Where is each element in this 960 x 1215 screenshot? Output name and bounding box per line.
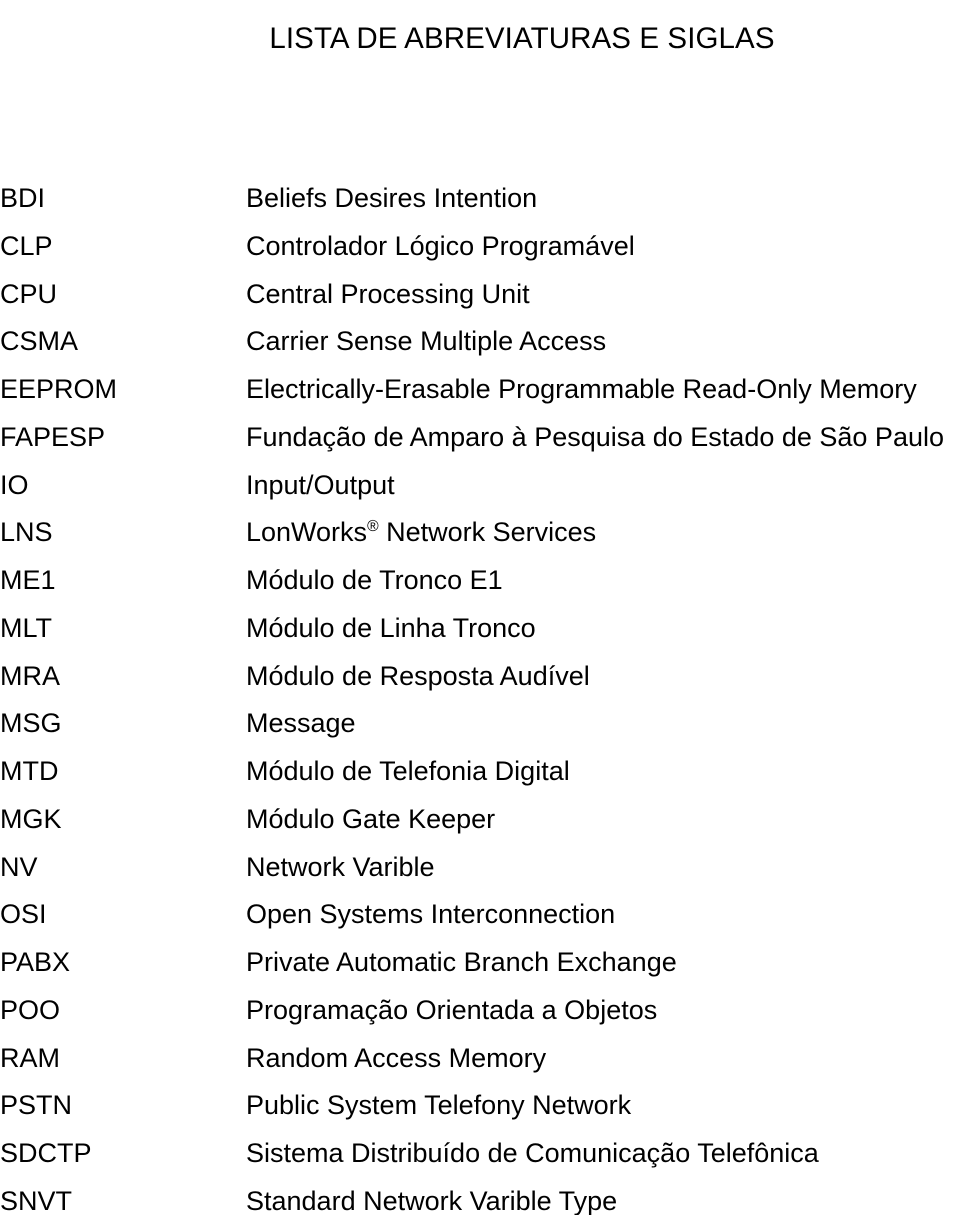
page-title: LISTA DE ABREVIATURAS E SIGLAS xyxy=(269,21,775,55)
abbreviation-row: EEPROM Electrically-Erasable Programmable… xyxy=(0,373,960,421)
abbreviation-term: CLP xyxy=(0,230,53,261)
abbreviation-row: MRA Módulo de Resposta Audível xyxy=(0,660,960,708)
abbreviation-row: LNS LonWorks® Network Services xyxy=(0,516,960,564)
abbreviation-definition: Input/Output xyxy=(246,469,395,500)
abbreviation-row: MSG Message xyxy=(0,707,960,755)
abbreviation-term: LNS xyxy=(0,517,53,548)
abbreviation-row: RAM Random Access Memory xyxy=(0,1042,960,1090)
abbreviation-term: IO xyxy=(0,469,29,500)
abbreviation-definition: Sistema Distribuído de Comunicação Telef… xyxy=(246,1138,819,1168)
abbreviation-term: FAPESP xyxy=(0,421,106,452)
abbreviation-row: PSTN Public System Telefony Network xyxy=(0,1089,960,1137)
abbreviation-row: SDCTP Sistema Distribuído de Comunicação … xyxy=(0,1137,960,1185)
abbreviation-row: NV Network Varible xyxy=(0,851,960,899)
abbreviation-term: MSG xyxy=(0,708,62,739)
abbreviation-term: MGK xyxy=(0,803,62,834)
abbreviation-row: CSMA Carrier Sense Multiple Access xyxy=(0,325,960,373)
abbreviation-definition: Módulo de Tronco E1 xyxy=(246,565,503,595)
abbreviation-term: OSI xyxy=(0,899,47,930)
abbreviation-row: MLT Módulo de Linha Tronco xyxy=(0,612,960,660)
document-page: LISTA DE ABREVIATURAS E SIGLAS BDI Belief… xyxy=(0,0,960,1215)
abbreviation-row: OSI Open Systems Interconnection xyxy=(0,898,960,946)
abbreviation-definition: Programação Orientada a Objetos xyxy=(246,994,658,1025)
abbreviation-list: BDI Beliefs Desires Intention CLP Controlad… xyxy=(0,182,960,1215)
abbreviation-term: MRA xyxy=(0,660,60,691)
abbreviation-definition: Message xyxy=(246,708,356,739)
abbreviation-term: POO xyxy=(0,994,61,1025)
abbreviation-definition: Carrier Sense Multiple Access xyxy=(246,326,607,357)
abbreviation-row: MGK Módulo Gate Keeper xyxy=(0,803,960,851)
abbreviation-term: MTD xyxy=(0,756,59,786)
abbreviation-definition: Network Varible xyxy=(246,851,435,882)
abbreviation-row: ME1 Módulo de Tronco E1 xyxy=(0,564,960,612)
abbreviation-definition: Beliefs Desires Intention xyxy=(246,183,538,213)
definition-text-pre: LonWorks xyxy=(246,517,368,548)
abbreviation-row: BDI Beliefs Desires Intention xyxy=(0,182,960,230)
registered-trademark-icon: ® xyxy=(367,518,379,536)
abbreviation-row: MTD Módulo de Telefonia Digital xyxy=(0,755,960,803)
abbreviation-row: CPU Central Processing Unit xyxy=(0,278,960,326)
abbreviation-row: PABX Private Automatic Branch Exchange xyxy=(0,946,960,994)
abbreviation-term: ME1 xyxy=(0,565,56,595)
abbreviation-row: CLP Controlador Lógico Programável xyxy=(0,230,960,278)
abbreviation-definition: Standard Network Varible Type xyxy=(246,1185,618,1215)
abbreviation-definition: Módulo de Telefonia Digital xyxy=(246,756,570,786)
abbreviation-term: BDI xyxy=(0,183,46,213)
definition-text-post: Network Services xyxy=(378,517,597,548)
abbreviation-term: RAM xyxy=(0,1042,60,1073)
abbreviation-definition: Public System Telefony Network xyxy=(246,1090,632,1121)
abbreviation-definition: Central Processing Unit xyxy=(246,278,530,309)
abbreviation-definition: LonWorks® Network Services xyxy=(246,516,596,548)
abbreviation-definition: Fundação de Amparo à Pesquisa do Estado … xyxy=(246,421,944,452)
abbreviation-definition: Private Automatic Branch Exchange xyxy=(246,947,677,977)
abbreviation-row: SNVT Standard Network Varible Type xyxy=(0,1185,960,1215)
abbreviation-term: CPU xyxy=(0,278,58,309)
abbreviation-definition: Random Access Memory xyxy=(246,1042,547,1073)
abbreviation-definition: Módulo Gate Keeper xyxy=(246,803,496,834)
abbreviation-term: CSMA xyxy=(0,326,79,357)
abbreviation-row: IO Input/Output xyxy=(0,469,960,517)
abbreviation-row: FAPESP Fundação de Amparo à Pesquisa do E… xyxy=(0,421,960,469)
abbreviation-term: PSTN xyxy=(0,1090,73,1121)
abbreviation-definition: Módulo de Linha Tronco xyxy=(246,612,536,643)
abbreviation-term: PABX xyxy=(0,947,71,977)
abbreviation-term: EEPROM xyxy=(0,374,118,404)
abbreviation-term: NV xyxy=(0,851,38,882)
abbreviation-definition: Controlador Lógico Programável xyxy=(246,230,635,261)
abbreviation-term: SNVT xyxy=(0,1185,73,1215)
abbreviation-definition: Electrically-Erasable Programmable Read-… xyxy=(246,374,917,404)
abbreviation-term: SDCTP xyxy=(0,1138,92,1168)
abbreviation-row: POO Programação Orientada a Objetos xyxy=(0,994,960,1042)
abbreviation-term: MLT xyxy=(0,612,52,643)
abbreviation-definition: Open Systems Interconnection xyxy=(246,899,616,930)
abbreviation-definition: Módulo de Resposta Audível xyxy=(246,660,590,691)
